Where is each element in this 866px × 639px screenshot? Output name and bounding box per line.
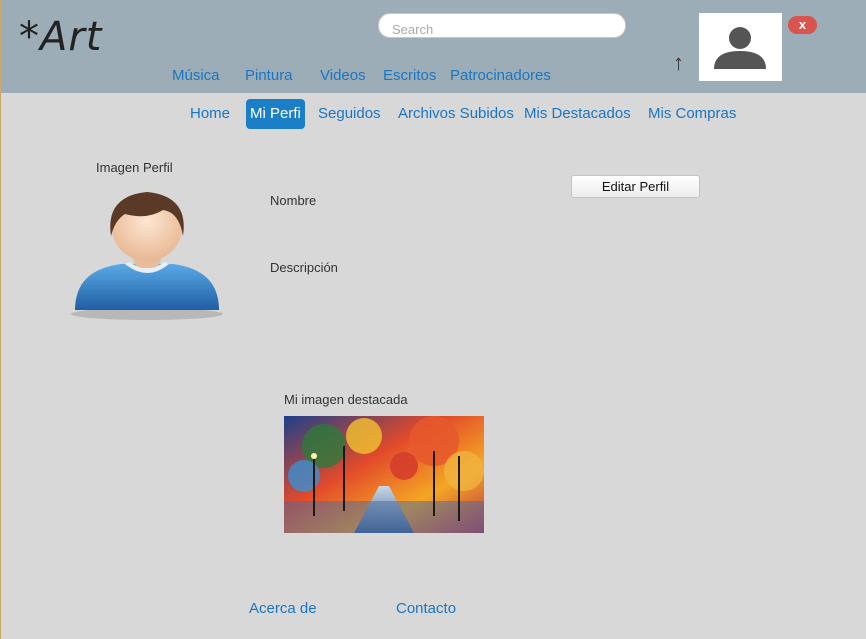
site-logo[interactable]: *Art: [19, 14, 103, 60]
tab-mi-perfil[interactable]: Mi Perfi: [246, 99, 305, 129]
nav-escritos[interactable]: Escritos: [383, 67, 436, 84]
user-avatar[interactable]: [699, 13, 782, 81]
footer-contact-link[interactable]: Contacto: [396, 600, 456, 617]
close-button[interactable]: x: [788, 16, 817, 34]
tab-archivos-subidos[interactable]: Archivos Subidos: [398, 105, 514, 129]
tab-seguidos[interactable]: Seguidos: [318, 105, 381, 129]
profile-image-label: Imagen Perfil: [96, 160, 173, 175]
featured-painting: [284, 416, 484, 533]
arrow-up-icon[interactable]: ↑: [673, 50, 684, 76]
featured-image-label: Mi imagen destacada: [284, 392, 408, 407]
nav-musica[interactable]: Música: [172, 67, 220, 84]
profile-picture[interactable]: [67, 186, 227, 321]
tab-home[interactable]: Home: [190, 105, 230, 129]
description-label: Descripción: [270, 260, 338, 275]
tab-mis-compras[interactable]: Mis Compras: [648, 105, 736, 129]
user-silhouette-icon: [714, 27, 766, 69]
edit-profile-button[interactable]: Editar Perfil: [571, 175, 700, 198]
default-user-avatar-icon: [71, 192, 223, 320]
footer-about-link[interactable]: Acerca de: [249, 600, 317, 617]
nav-pintura[interactable]: Pintura: [245, 67, 293, 84]
search-input[interactable]: [378, 13, 626, 38]
tab-mis-destacados[interactable]: Mis Destacados: [524, 105, 631, 129]
header: *Art Música Pintura Videos Escritos Patr…: [1, 0, 866, 93]
nav-videos[interactable]: Videos: [320, 67, 366, 84]
featured-image[interactable]: [284, 416, 484, 533]
nav-patrocinadores[interactable]: Patrocinadores: [450, 67, 551, 84]
name-label: Nombre: [270, 193, 317, 208]
